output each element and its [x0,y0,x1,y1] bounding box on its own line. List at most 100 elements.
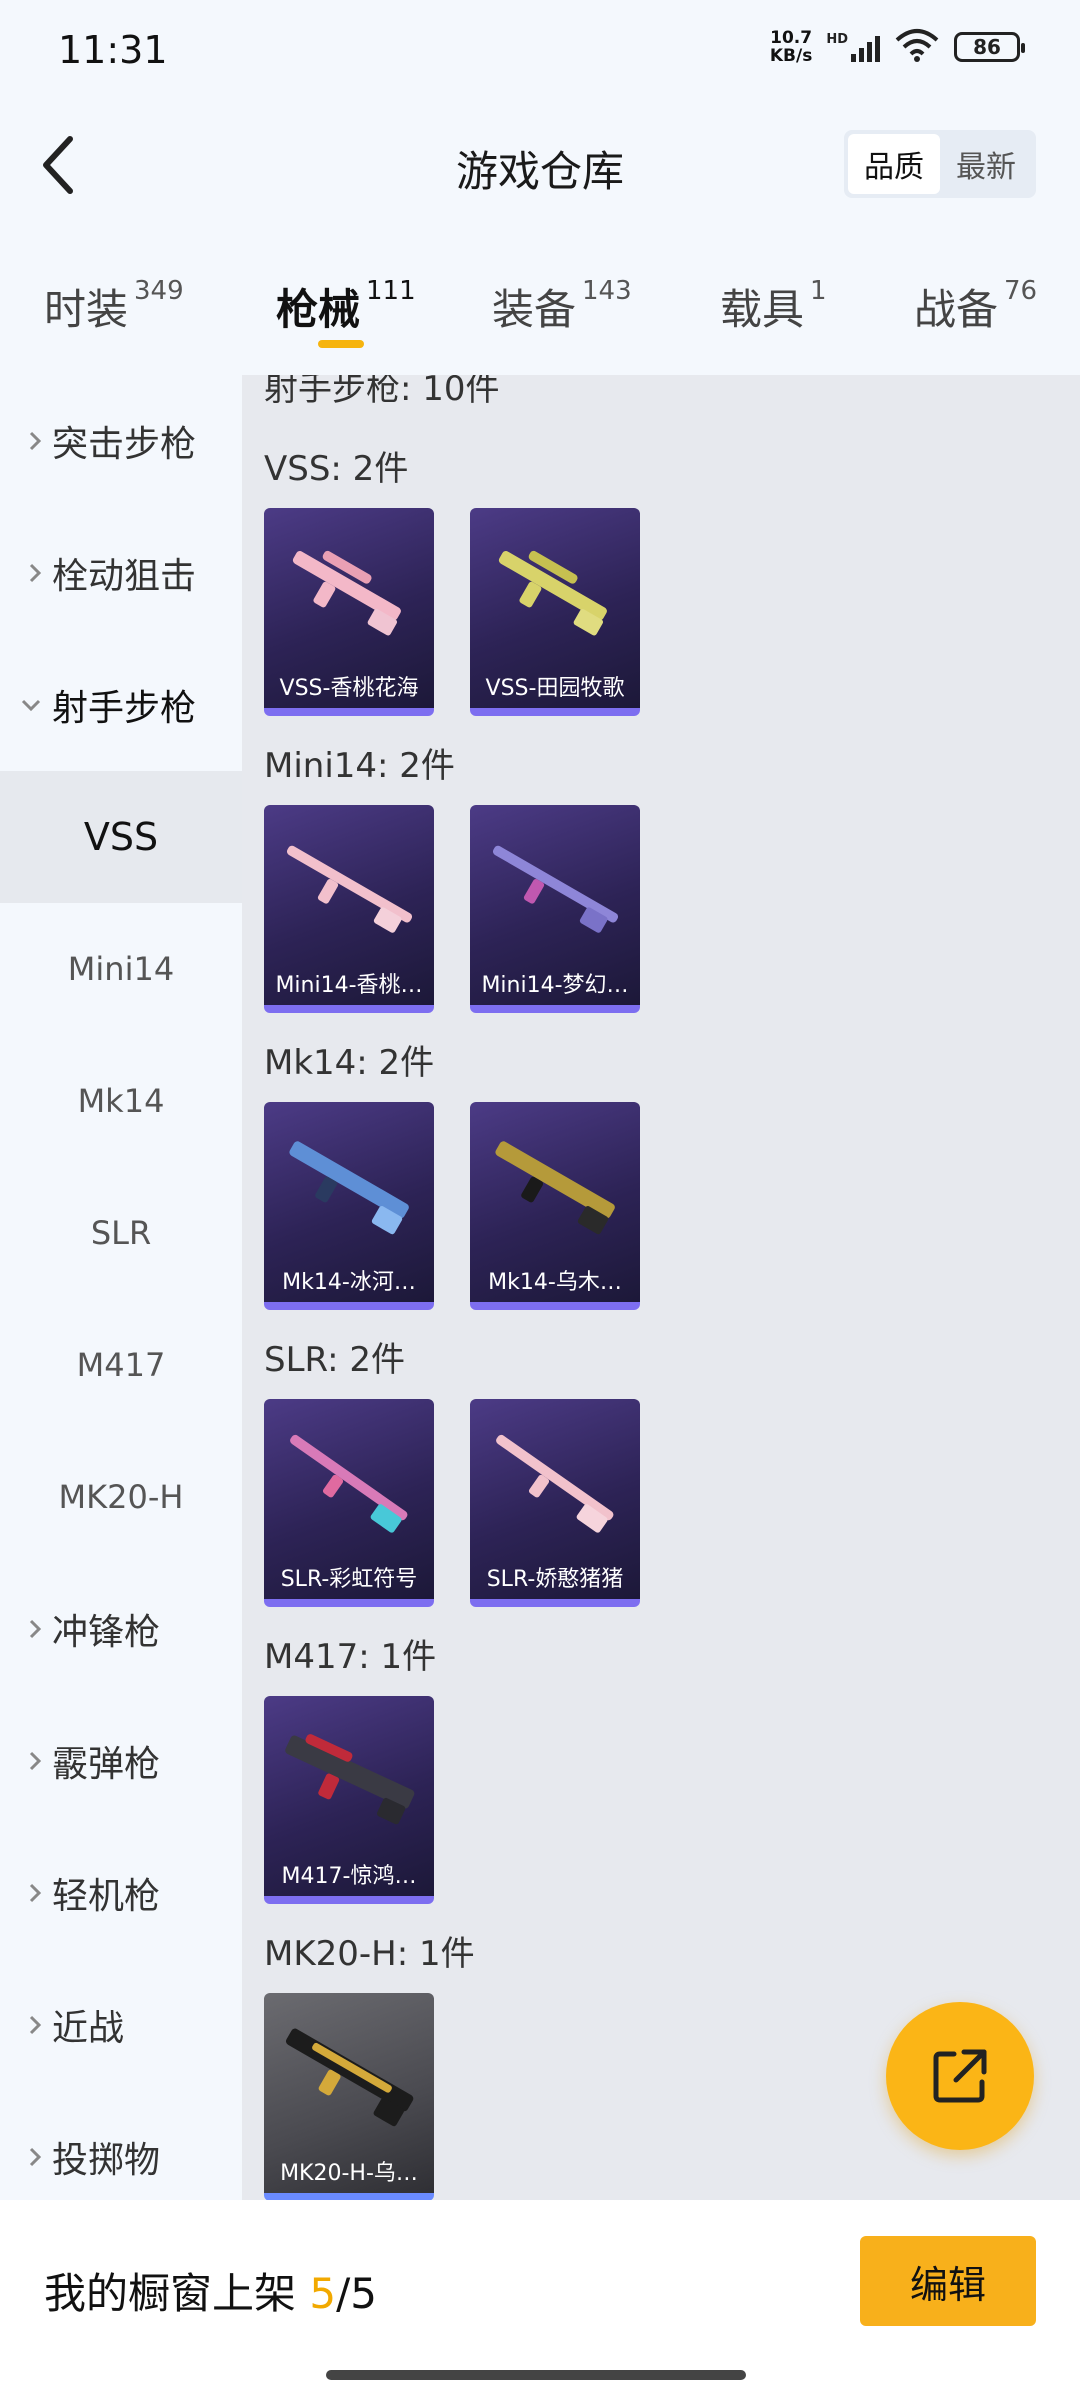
weapon-card[interactable]: SLR-娇憨猪猪 [470,1399,640,1607]
weapon-name: Mini14-香桃… [275,973,423,998]
rifle-icon [292,550,401,636]
active-tab-indicator [318,340,364,348]
rifle-icon [285,2028,414,2127]
chevron-right-icon [0,2146,52,2168]
weapon-card[interactable]: MK20-H-乌… [264,1993,434,2200]
showcase-count: 我的橱窗上架 5/5 [44,2260,377,2321]
sort-toggle: 品质 最新 [844,130,1036,198]
section-heading: Mini14: 2件 [264,746,455,786]
hd-label: HD [826,32,848,47]
rifle-icon [498,550,607,636]
sidebar-item-lmg[interactable]: 轻机枪 [0,1827,242,1959]
tab-combat-supplies[interactable]: 战备 76 [914,276,1037,337]
sidebar-item-throwables[interactable]: 投掷物 [0,2091,242,2200]
status-bar: 11:31 10.7 KB/s HD 86 [0,0,1080,100]
sidebar-item-label: 射手步枪 [52,688,197,729]
sidebar-item-bolt-sniper[interactable]: 栓动狙击 [0,507,242,639]
sidebar-item-smg[interactable]: 冲锋枪 [0,1563,242,1695]
tab-label: 枪械 [276,285,361,334]
chevron-right-icon [0,562,52,584]
rifle-icon [495,1141,615,1235]
share-fab-button[interactable] [886,2002,1034,2150]
weapon-card[interactable]: Mini14-梦幻… [470,805,640,1013]
sidebar-subitem-mini14[interactable]: Mini14 [0,903,242,1035]
weapon-card[interactable]: SLR-彩虹符号 [264,1399,434,1607]
sidebar-item-label: 投掷物 [52,2140,161,2181]
sidebar-subitem-slr[interactable]: SLR [0,1167,242,1299]
sidebar-item-assault-rifle[interactable]: 突击步枪 [0,375,242,507]
showcase-total: /5 [336,2269,377,2318]
chevron-right-icon [0,2014,52,2036]
tab-vehicles[interactable]: 载具 1 [720,276,827,337]
wifi-icon [894,28,940,66]
sort-newest-button[interactable]: 最新 [940,134,1032,194]
showcase-label: 我的橱窗上架 [44,2269,297,2318]
tab-firearms[interactable]: 枪械 111 [276,276,416,337]
weapon-card[interactable]: M417-惊鸿… [264,1696,434,1904]
rifle-icon [492,845,619,933]
section-heading: M417: 1件 [264,1637,437,1677]
weapon-card[interactable]: VSS-香桃花海 [264,508,434,716]
section-heading: Mk14: 2件 [264,1043,435,1083]
edit-button[interactable]: 编辑 [860,2236,1036,2326]
weapon-name: M417-惊鸿… [281,1864,417,1889]
tab-count: 111 [366,276,416,306]
network-speed-value: 10.7 [770,28,813,48]
weapon-card[interactable]: Mk14-乌木… [470,1102,640,1310]
sidebar-subitem-m417[interactable]: M417 [0,1299,242,1431]
weapon-name: MK20-H-乌… [280,2161,418,2186]
sidebar-subitem-vss[interactable]: VSS [0,771,242,903]
battery-indicator: 86 [954,32,1025,62]
tab-label: 装备 [492,285,577,334]
sidebar-item-melee[interactable]: 近战 [0,1959,242,2091]
weapon-card[interactable]: Mk14-冰河… [264,1102,434,1310]
weapon-name: Mk14-冰河… [282,1270,416,1295]
home-indicator[interactable] [326,2370,746,2380]
category-tabs: 时装 349 枪械 111 装备 143 载具 1 战备 76 [0,240,1080,370]
rifle-icon [286,845,413,933]
showcase-current: 5 [309,2269,337,2318]
tab-count: 76 [1004,276,1038,306]
sidebar-item-label: 冲锋枪 [52,1612,161,1653]
chevron-right-icon [0,430,52,452]
sidebar-item-label: 近战 [52,2008,125,2049]
tab-count: 143 [582,276,632,306]
signal-icon: HD [826,32,880,62]
weapon-name: Mk14-乌木… [488,1270,622,1295]
weapon-name: SLR-娇憨猪猪 [486,1567,624,1592]
network-speed: 10.7 KB/s [770,29,812,65]
section-heading: MK20-H: 1件 [264,1934,475,1974]
chevron-right-icon [0,1882,52,1904]
chevron-right-icon [0,1750,52,1772]
sidebar-item-label: 突击步枪 [52,424,197,465]
sidebar-item-label: 轻机枪 [52,1876,161,1917]
tab-count: 1 [810,276,827,306]
tab-label: 载具 [720,285,805,334]
rifle-icon [496,1434,614,1533]
section-heading-marksman: 射手步枪: 10件 [264,375,500,409]
tab-count: 349 [134,276,184,306]
tab-fashion[interactable]: 时装 349 [44,276,184,337]
sidebar-subitem-mk20h[interactable]: MK20-H [0,1431,242,1563]
chevron-down-icon [0,698,52,712]
weapon-card[interactable]: Mini14-香桃… [264,805,434,1013]
sidebar-item-shotgun[interactable]: 霰弹枪 [0,1695,242,1827]
weapon-name: VSS-香桃花海 [279,676,419,701]
network-speed-unit: KB/s [769,46,813,66]
sidebar-subitem-mk14[interactable]: Mk14 [0,1035,242,1167]
weapon-name: VSS-田园牧歌 [485,676,625,701]
sort-quality-button[interactable]: 品质 [848,134,940,194]
sidebar-item-label: 栓动狙击 [52,556,197,597]
rifle-icon [289,1141,409,1235]
tab-equipment[interactable]: 装备 143 [492,276,632,337]
weapon-card[interactable]: VSS-田园牧歌 [470,508,640,716]
clock: 11:31 [58,28,168,72]
rifle-icon [290,1434,408,1533]
tab-label: 战备 [914,285,999,334]
chevron-right-icon [0,1618,52,1640]
status-icons: 10.7 KB/s HD 86 [770,28,1025,66]
showcase-bar: 我的橱窗上架 5/5 编辑 [0,2200,1080,2400]
header: 游戏仓库 品质 最新 [0,100,1080,230]
rifle-icon [285,1734,415,1825]
sidebar-item-marksman-rifle[interactable]: 射手步枪 [0,639,242,771]
